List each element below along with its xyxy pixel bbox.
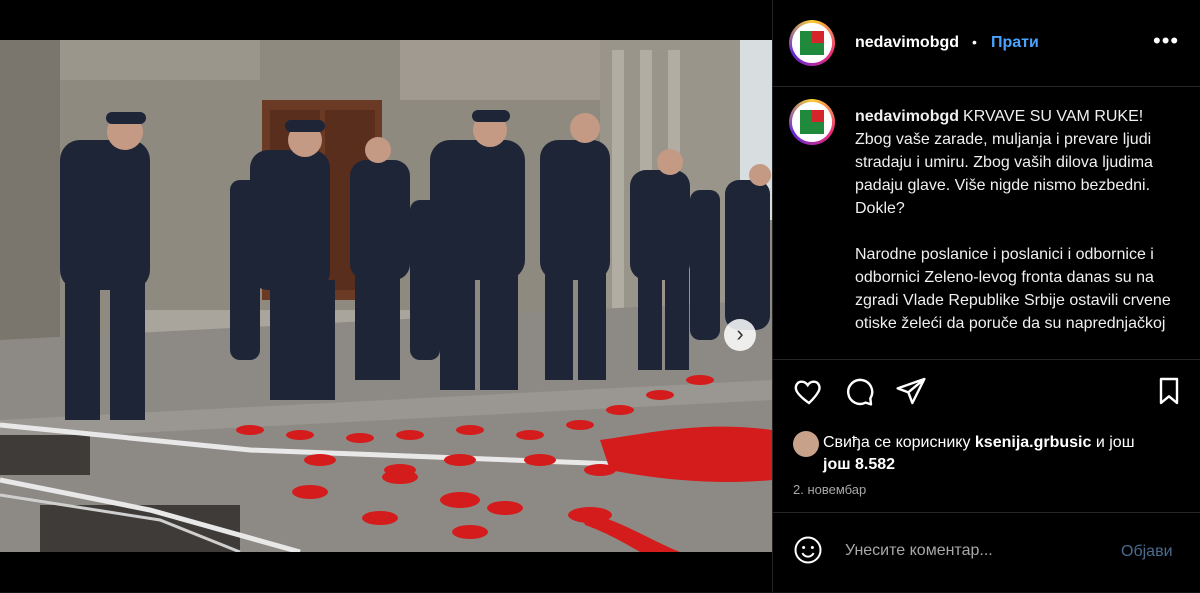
separator: • [972,34,977,50]
header-username[interactable]: nedavimobgd [855,34,959,52]
likes-count[interactable]: још 8.582 [823,456,895,473]
likes-mid: и још [1095,434,1135,451]
comment-input[interactable] [843,541,1107,561]
caption-username[interactable]: nedavimobgd [855,108,959,125]
follow-button[interactable]: Прати [991,34,1039,52]
post-date[interactable]: 2. новембар [793,482,866,497]
heart-icon[interactable] [793,375,825,412]
post-header: nedavimobgd • Прати ••• [773,0,1200,87]
liker-avatar[interactable] [793,431,819,457]
avatar[interactable] [789,99,835,145]
comment-icon[interactable] [843,375,875,412]
post-photo[interactable]: › [0,40,772,552]
post-media-area: › [0,0,772,592]
post-caption: nedavimobgd KRVAVE SU VAM RUKE! Zbog vaše… [855,105,1175,358]
emoji-icon[interactable] [793,535,823,570]
comment-bar: Објави [773,512,1200,593]
post-comment-button[interactable]: Објави [1121,543,1173,561]
bookmark-icon[interactable] [1153,375,1185,412]
chevron-right-icon[interactable]: › [724,319,756,351]
liker-username[interactable]: ksenija.grbusic [975,434,1092,451]
caption-text-second: Narodne poslanice i poslanici i odbornic… [855,246,1171,332]
avatar[interactable] [789,20,835,66]
likes-prefix: Свиђа се кориснику [823,434,971,451]
caption-section: nedavimobgd KRVAVE SU VAM RUKE! Zbog vaše… [773,87,1200,360]
action-bar [773,375,1200,415]
post-side-panel: nedavimobgd • Прати ••• nedavimobgd KRVAV… [772,0,1200,592]
paper-plane-icon[interactable] [895,375,927,412]
more-options-icon[interactable]: ••• [1153,28,1179,54]
